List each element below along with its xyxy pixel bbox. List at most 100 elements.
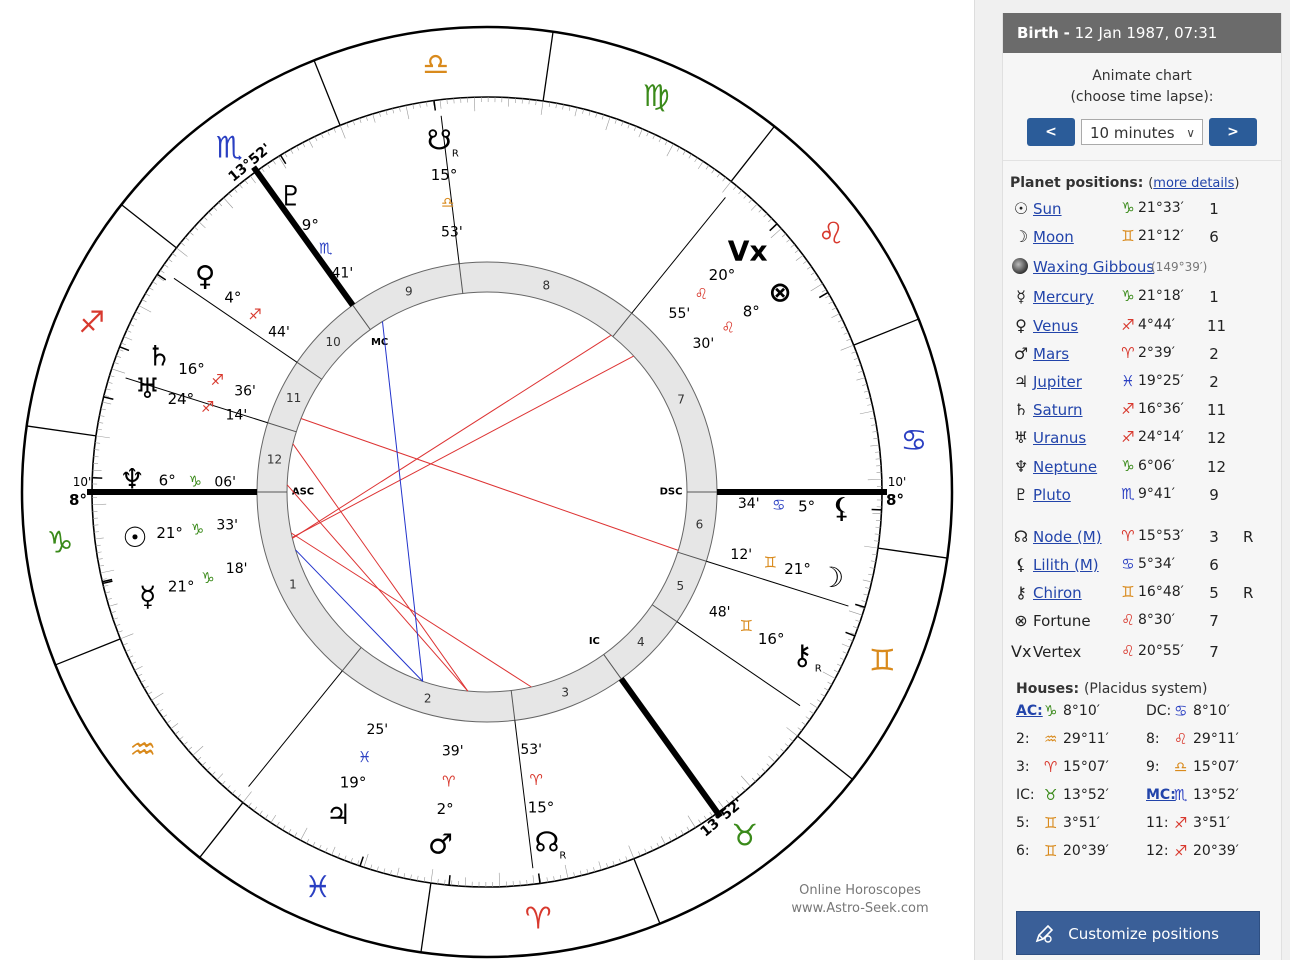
house-number: 5 bbox=[677, 579, 685, 593]
degree-tick bbox=[172, 253, 177, 257]
planet-position-tick bbox=[433, 100, 437, 111]
zodiac-sign-icon: ♏ bbox=[1121, 484, 1135, 503]
house-number: 10 bbox=[326, 335, 341, 349]
degree-tick bbox=[588, 110, 591, 116]
mars-sign-label: ♈ bbox=[442, 772, 455, 790]
degree-tick bbox=[621, 121, 624, 127]
sign-boundary bbox=[420, 882, 432, 953]
degree-tick bbox=[619, 858, 622, 864]
degree-tick bbox=[865, 397, 871, 400]
chart-pane: ♈ ♉ ♊ ♋ ♌ ♍ ♎ ♏ ♐ ♑ ♒ ♓ 1 2 3 4 5 6 7 8 9 10 11 12 ASC DSC MC IC 8° 1… bbox=[0, 0, 974, 960]
planet-name-link[interactable]: Node (M) bbox=[1033, 528, 1102, 546]
degree-tick bbox=[416, 875, 419, 881]
degree-tick bbox=[841, 643, 851, 648]
prev-step-button[interactable]: < bbox=[1027, 118, 1075, 146]
planet-name-link[interactable]: Moon bbox=[1033, 228, 1074, 246]
ic-label: IC bbox=[589, 636, 600, 647]
zodiac-sign-icon: ♐ bbox=[1121, 315, 1135, 334]
degree-tick bbox=[736, 791, 741, 796]
planet-name-link[interactable]: Sun bbox=[1033, 200, 1062, 218]
lilith-min-label: 34' bbox=[738, 496, 760, 512]
degree-tick bbox=[253, 806, 258, 812]
degree-tick bbox=[306, 838, 310, 844]
degree-tick bbox=[187, 746, 193, 751]
house-key[interactable]: MC: bbox=[1146, 787, 1176, 803]
planet-name-link[interactable]: Venus bbox=[1033, 317, 1078, 335]
degree-tick bbox=[180, 242, 185, 246]
planet-name-link[interactable]: Mars bbox=[1033, 345, 1069, 363]
degree-tick bbox=[821, 289, 827, 293]
planet-position-tick bbox=[769, 223, 778, 232]
more-details-link[interactable]: more details bbox=[1153, 176, 1234, 191]
sun-deg-label: 21° bbox=[156, 524, 183, 542]
degree-tick bbox=[284, 152, 288, 158]
planet-name-link[interactable]: Chiron bbox=[1033, 584, 1082, 602]
customize-positions-button[interactable]: Customize positions bbox=[1016, 911, 1260, 955]
degree-tick bbox=[803, 260, 808, 264]
degree-tick bbox=[869, 417, 876, 419]
planet-name-link: Vertex bbox=[1033, 642, 1082, 661]
planet-row-mercury: ☿ Mercury ♑ 21°18′ 1 bbox=[1003, 283, 1281, 311]
retrograde-marker: R bbox=[452, 149, 459, 160]
pluto-sign-label: ♏ bbox=[319, 240, 333, 258]
zodiac-sign-icon: ♈ bbox=[525, 901, 552, 936]
moon-glyph-icon: ☽ bbox=[1013, 227, 1029, 247]
planet-name-link[interactable]: Neptune bbox=[1033, 458, 1097, 476]
planet-name-link[interactable]: Pluto bbox=[1033, 486, 1071, 504]
south-node-sign-label: ♎ bbox=[441, 194, 454, 212]
time-lapse-select[interactable]: 10 minutes ∨ bbox=[1081, 119, 1203, 145]
house-key[interactable]: AC: bbox=[1016, 703, 1043, 719]
venus-min-label: 44' bbox=[268, 325, 290, 341]
zodiac-sign-icon: ♊ bbox=[1044, 841, 1058, 860]
degree-tick bbox=[656, 842, 660, 848]
planet-name-link[interactable]: Lilith (M) bbox=[1033, 556, 1099, 574]
zodiac-sign-icon: ♌ bbox=[1121, 610, 1135, 629]
degree-tick bbox=[99, 415, 105, 417]
planet-position-tick bbox=[448, 875, 451, 886]
sign-boundary bbox=[199, 802, 244, 858]
degree-tick bbox=[867, 403, 873, 406]
planet-house: 9 bbox=[1209, 485, 1219, 504]
degree-tick bbox=[357, 860, 360, 866]
degree-tick bbox=[871, 553, 878, 556]
uranus-glyph-icon: ♅ bbox=[135, 372, 160, 405]
degree-tick bbox=[132, 317, 138, 321]
event-label: Birth bbox=[1017, 24, 1059, 42]
planet-position-tick bbox=[818, 291, 829, 299]
degree-tick bbox=[839, 657, 845, 661]
animate-sublabel: (choose time lapse): bbox=[1070, 89, 1214, 105]
moon-phase-link[interactable]: Waxing Gibbous bbox=[1033, 258, 1154, 276]
degree-tick bbox=[107, 381, 113, 384]
degree-tick bbox=[795, 254, 804, 261]
planet-name-link[interactable]: Mercury bbox=[1033, 288, 1094, 306]
birth-header: Birth - 12 Jan 1987, 07:31 bbox=[1003, 13, 1281, 53]
planet-degree: 9°41′ bbox=[1138, 485, 1175, 502]
planet-name-link[interactable]: Jupiter bbox=[1033, 373, 1082, 391]
next-step-button[interactable]: > bbox=[1209, 118, 1257, 146]
planet-degree: 8°30′ bbox=[1138, 611, 1175, 628]
animate-panel: Animate chart (choose time lapse): bbox=[1003, 53, 1281, 108]
zodiac-sign-icon: ♏ bbox=[1174, 785, 1188, 804]
venus-deg-label: 4° bbox=[224, 288, 241, 306]
degree-tick bbox=[873, 437, 879, 440]
degree-tick bbox=[568, 105, 571, 111]
degree-tick bbox=[705, 165, 710, 170]
sign-boundary bbox=[313, 60, 341, 126]
house-degree: 13°52′ bbox=[1063, 786, 1109, 803]
degree-tick bbox=[290, 149, 294, 154]
degree-tick bbox=[837, 319, 843, 323]
retrograde-marker: R bbox=[559, 850, 566, 861]
degree-tick bbox=[555, 103, 558, 109]
degree-tick bbox=[162, 714, 168, 718]
degree-tick bbox=[870, 444, 880, 447]
planet-position-tick bbox=[119, 346, 130, 352]
degree-tick bbox=[221, 780, 226, 785]
degree-tick bbox=[628, 845, 635, 859]
uranus-deg-label: 24° bbox=[168, 390, 195, 408]
degree-tick bbox=[211, 771, 216, 776]
retrograde-flag: R bbox=[1243, 583, 1254, 602]
planet-house: 7 bbox=[1209, 642, 1219, 661]
degree-tick bbox=[208, 211, 213, 216]
planet-name-link[interactable]: Uranus bbox=[1033, 429, 1086, 447]
planet-name-link[interactable]: Saturn bbox=[1033, 401, 1083, 419]
